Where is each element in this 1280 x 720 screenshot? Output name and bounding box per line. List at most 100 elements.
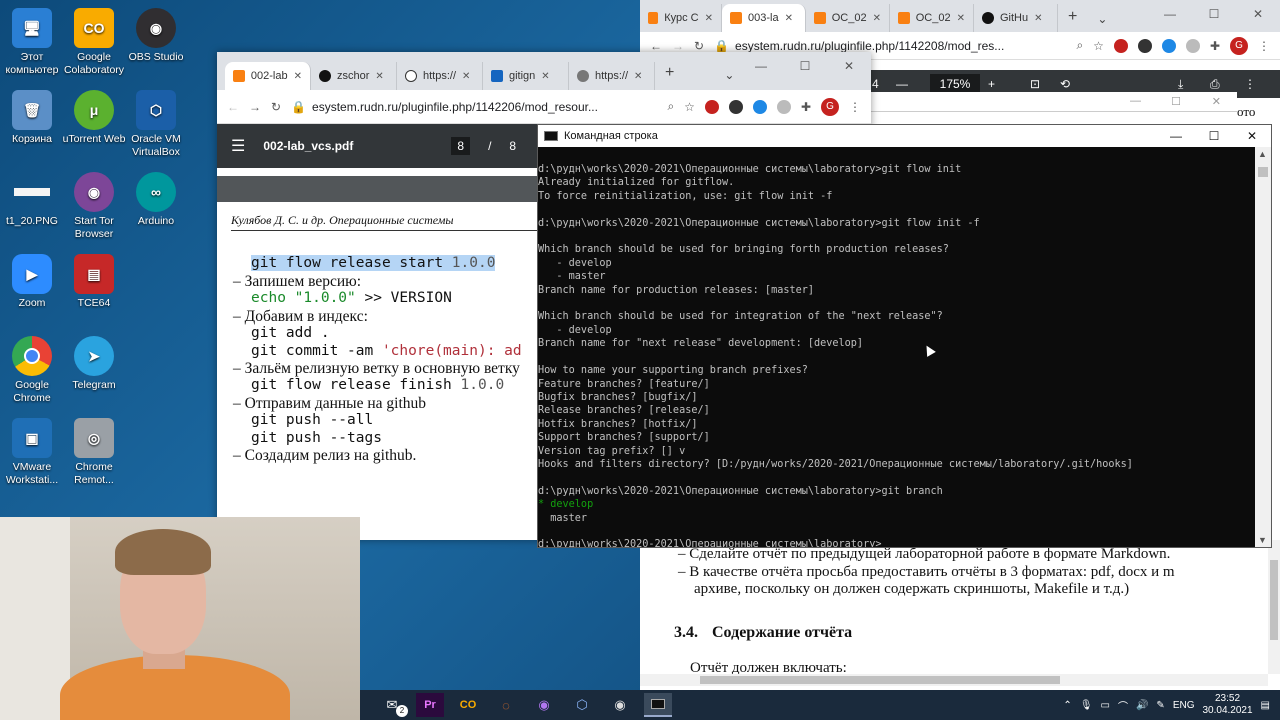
new-tab-button[interactable]: +	[655, 64, 684, 90]
star-icon[interactable]: ☆	[1093, 39, 1104, 53]
scroll-down-icon[interactable]: ▼	[1258, 535, 1267, 545]
desktop-icon-chrome[interactable]: Google Chrome	[0, 336, 64, 405]
jupyter-app-button[interactable]: ◌	[492, 693, 520, 717]
new-tab-button[interactable]: +	[1058, 8, 1087, 32]
extensions-icon[interactable]: ✚	[1210, 39, 1220, 53]
extension-m-icon[interactable]	[728, 99, 743, 114]
cmd-app-button[interactable]	[644, 693, 672, 717]
premiere-app-button[interactable]: Pr	[416, 693, 444, 717]
scrollbar-thumb[interactable]	[1258, 167, 1268, 177]
tab-cc[interactable]: https:// ✕	[397, 62, 483, 90]
extension-m-icon[interactable]	[1137, 38, 1152, 53]
tab-os-02-a[interactable]: ОС_02 ✕	[806, 4, 890, 32]
back-icon[interactable]: ←	[227, 100, 239, 114]
desktop-icon-zoom[interactable]: ▶ Zoom	[0, 254, 64, 310]
desktop-icon-this-pc[interactable]: 🖥 Этот компьютер	[0, 8, 64, 77]
tab-course[interactable]: Курс С ✕	[640, 4, 722, 32]
microphone-icon[interactable]: 🎙	[1080, 700, 1093, 711]
tab-gitignore[interactable]: gitign ✕	[483, 62, 569, 90]
desktop-icon-tce64[interactable]: ▤ TCE64	[62, 254, 126, 310]
hamburger-menu-icon[interactable]: ☰	[231, 136, 245, 156]
close-icon[interactable]: ✕	[294, 71, 302, 82]
tor-app-button[interactable]: ◉	[530, 693, 558, 717]
extensions-icon[interactable]: ✚	[801, 100, 811, 114]
mail-app-button[interactable]: ✉ 2	[378, 693, 408, 717]
clock[interactable]: 23:52 30.04.2021	[1202, 693, 1252, 717]
forward-icon[interactable]: →	[249, 100, 261, 114]
reload-icon[interactable]: ↻	[694, 39, 704, 53]
menu-icon[interactable]: ⋮	[849, 100, 861, 114]
back-icon[interactable]: ←	[650, 39, 662, 53]
close-button[interactable]: ✕	[1236, 0, 1280, 28]
edit-icon[interactable]: ✎	[1156, 700, 1164, 711]
desktop-icon-utorrent[interactable]: μ uTorrent Web	[62, 90, 126, 146]
notification-center-icon[interactable]: ▤	[1261, 700, 1270, 711]
close-icon[interactable]: ✕	[462, 71, 470, 82]
close-icon[interactable]: ✕	[1034, 13, 1042, 24]
colab-app-button[interactable]: CO	[454, 693, 482, 717]
minimize-button[interactable]: —	[1157, 125, 1195, 147]
close-icon[interactable]: ✕	[375, 71, 383, 82]
scrollbar-thumb[interactable]	[1270, 560, 1278, 640]
close-icon[interactable]: ✕	[957, 13, 965, 24]
avatar[interactable]: G	[821, 97, 839, 116]
shield-icon[interactable]	[776, 99, 791, 114]
tab-github[interactable]: GitHu ✕	[974, 4, 1058, 32]
tab-002-lab[interactable]: 002-lab ✕	[225, 62, 311, 90]
tab-https[interactable]: https:// ✕	[569, 62, 655, 90]
rotate-icon[interactable]: ⟲	[1060, 77, 1070, 91]
volume-icon[interactable]: 🔊	[1136, 700, 1148, 711]
zoom-icon[interactable]: ⌕	[667, 99, 674, 114]
adblock-icon[interactable]	[704, 99, 719, 114]
extension-blue-icon[interactable]	[1161, 38, 1176, 53]
desktop-icon-virtualbox[interactable]: ⬡ Oracle VM VirtualBox	[124, 90, 188, 159]
minimize-button[interactable]: —	[739, 52, 783, 80]
battery-icon[interactable]: ▭	[1101, 700, 1110, 711]
menu-icon[interactable]: ⋮	[1258, 39, 1270, 53]
scroll-up-icon[interactable]: ▲	[1258, 149, 1267, 159]
address-bar[interactable]: 🔒 esystem.rudn.ru/pluginfile.php/1142206…	[291, 96, 657, 118]
maximize-button[interactable]: ☐	[1192, 0, 1236, 28]
obs-app-button[interactable]: ◉	[606, 693, 634, 717]
avatar[interactable]: G	[1230, 36, 1248, 55]
terminal-output[interactable]: d:\рудн\works\2020-2021\Операционные сис…	[538, 147, 1256, 547]
zoom-out-icon[interactable]: —	[896, 77, 908, 91]
shield-icon[interactable]	[1185, 38, 1200, 53]
adblock-icon[interactable]	[1113, 38, 1128, 53]
language-indicator[interactable]: ENG	[1173, 700, 1195, 711]
horizontal-scrollbar[interactable]	[640, 674, 1268, 686]
maximize-button[interactable]: ☐	[783, 52, 827, 80]
close-icon[interactable]: ✕	[873, 13, 881, 24]
zoom-icon[interactable]: ⌕	[1076, 38, 1083, 53]
vertical-scrollbar[interactable]	[1268, 540, 1280, 674]
print-icon[interactable]: ⎙	[1210, 77, 1220, 92]
tab-003-lab[interactable]: 003-la ✕	[722, 4, 806, 32]
close-icon[interactable]: ✕	[541, 71, 549, 82]
extension-blue-icon[interactable]	[752, 99, 767, 114]
close-button[interactable]: ✕	[827, 52, 871, 80]
zoom-level[interactable]: 175%	[930, 74, 980, 94]
close-icon[interactable]: ✕	[634, 71, 642, 82]
scrollbar-thumb[interactable]	[700, 676, 1060, 684]
fit-page-icon[interactable]: ⊡	[1030, 77, 1040, 91]
zoom-in-icon[interactable]: +	[988, 77, 995, 91]
star-icon[interactable]: ☆	[684, 100, 695, 114]
desktop-icon-arduino[interactable]: ∞ Arduino	[124, 172, 188, 228]
close-icon[interactable]: ✕	[785, 13, 793, 24]
reload-icon[interactable]: ↻	[271, 100, 281, 114]
page-input[interactable]: 8	[451, 137, 471, 155]
tab-os-02-b[interactable]: ОС_02 ✕	[890, 4, 974, 32]
close-button[interactable]: ✕	[1233, 125, 1271, 147]
forward-icon[interactable]: →	[672, 39, 684, 53]
download-icon[interactable]: ⤓	[1178, 77, 1183, 92]
network-icon[interactable]: ⌒	[1118, 698, 1128, 713]
desktop-icon-tor[interactable]: ◉ Start Tor Browser	[62, 172, 126, 241]
desktop-icon-telegram[interactable]: ➤ Telegram	[62, 336, 126, 392]
desktop-icon-obs[interactable]: ◉ OBS Studio	[124, 8, 188, 64]
virtualbox-app-button[interactable]: ⬡	[568, 693, 596, 717]
tab-search-icon[interactable]: ⌄	[1087, 12, 1117, 32]
maximize-button[interactable]: ☐	[1171, 95, 1181, 108]
close-button[interactable]: ✕	[1212, 95, 1221, 108]
minimize-button[interactable]: —	[1130, 95, 1141, 107]
maximize-button[interactable]: ☐	[1195, 125, 1233, 147]
